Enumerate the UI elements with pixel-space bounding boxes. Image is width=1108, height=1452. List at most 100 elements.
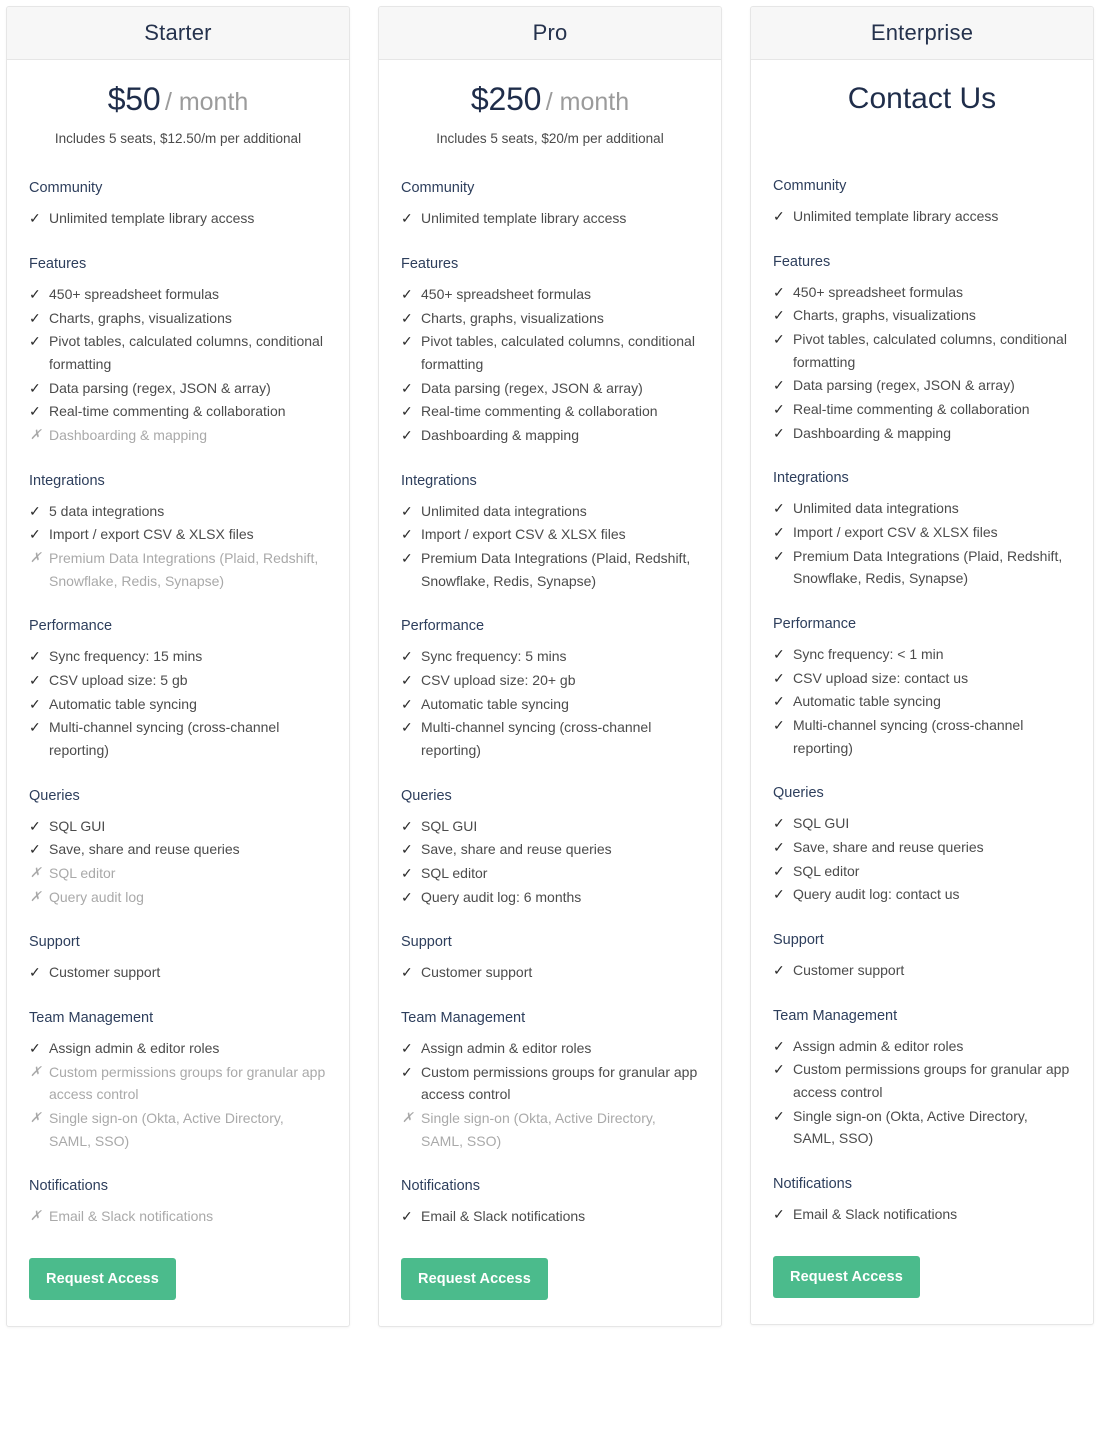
feature-item: ✗ Single sign-on (Okta, Active Directory,… bbox=[401, 1107, 699, 1152]
feature-item: ✓ Customer support bbox=[773, 959, 1071, 982]
feature-item-label: Multi-channel syncing (cross-channel rep… bbox=[793, 717, 1024, 756]
feature-item: ✓ CSV upload size: 20+ gb bbox=[401, 669, 699, 692]
check-icon: ✓ bbox=[773, 669, 785, 686]
check-icon: ✓ bbox=[401, 403, 413, 420]
feature-list: ✓ Sync frequency: 15 mins ✓ CSV upload size… bbox=[29, 645, 327, 761]
feature-section: Queries ✓ SQL GUI ✓ Save, share and reuse qu… bbox=[773, 785, 1071, 906]
plan-price-period: / month bbox=[164, 88, 249, 116]
feature-item: ✓ Save, share and reuse queries bbox=[29, 838, 327, 861]
feature-item: ✓ Save, share and reuse queries bbox=[401, 838, 699, 861]
plan-price-note: Includes 5 seats, $12.50/m per additiona… bbox=[54, 131, 302, 147]
feature-list: ✓ 450+ spreadsheet formulas ✓ Charts, graph… bbox=[29, 283, 327, 447]
feature-item: ✓ Premium Data Integrations (Plaid, Redsh… bbox=[773, 545, 1071, 590]
feature-section-title: Team Management bbox=[29, 1009, 154, 1026]
check-icon: ✓ bbox=[29, 1039, 41, 1056]
check-icon: ✓ bbox=[773, 862, 785, 879]
feature-item-label: Custom permissions groups for granular a… bbox=[49, 1063, 326, 1103]
feature-list: ✓ Customer support bbox=[29, 961, 327, 984]
check-icon: ✓ bbox=[773, 886, 785, 903]
feature-item-label: Pivot tables, calculated columns, condit… bbox=[421, 333, 695, 372]
check-icon: ✓ bbox=[773, 1206, 785, 1223]
feature-item-label: Multi-channel syncing (cross-channel rep… bbox=[421, 719, 652, 758]
feature-item: ✓ Sync frequency: 5 mins bbox=[401, 645, 699, 668]
feature-item-label: Import / export CSV & XLSX files bbox=[49, 526, 254, 543]
feature-item: ✗ Custom permissions groups for granular … bbox=[29, 1061, 327, 1106]
plan-card: Starter $50 / month Includes 5 seats, $12.… bbox=[6, 6, 350, 1327]
feature-section: Community ✓ Unlimited template library acc… bbox=[401, 180, 699, 230]
feature-section-title: Integrations bbox=[401, 472, 477, 489]
request-access-button[interactable]: Request Access bbox=[29, 1258, 176, 1300]
request-access-button[interactable]: Request Access bbox=[401, 1258, 548, 1300]
feature-item-label: SQL editor bbox=[421, 864, 488, 881]
feature-item-label: Unlimited template library access bbox=[421, 210, 627, 227]
feature-item: ✓ Charts, graphs, visualizations bbox=[773, 304, 1071, 327]
check-icon: ✓ bbox=[773, 1107, 785, 1124]
feature-item: ✓ Charts, graphs, visualizations bbox=[401, 307, 699, 330]
feature-item: ✓ Dashboarding & mapping bbox=[773, 422, 1071, 445]
feature-section: Integrations ✓ Unlimited data integrations… bbox=[401, 473, 699, 593]
feature-item-label: Unlimited data integrations bbox=[421, 502, 587, 519]
feature-section: Performance ✓ Sync frequency: 5 mins ✓ CSV u… bbox=[401, 618, 699, 761]
feature-section-title: Features bbox=[29, 255, 87, 272]
check-icon: ✓ bbox=[401, 426, 413, 443]
feature-section: Features ✓ 450+ spreadsheet formulas ✓ Chart… bbox=[773, 254, 1071, 445]
feature-item-label: Dashboarding & mapping bbox=[793, 424, 951, 441]
feature-item: ✓ Automatic table syncing bbox=[29, 693, 327, 716]
feature-section-title: Notifications bbox=[773, 1176, 852, 1193]
plan-price-line: $50 / month bbox=[29, 81, 327, 117]
feature-item-label: Email & Slack notifications bbox=[421, 1208, 586, 1225]
plan-header: Pro bbox=[379, 7, 721, 60]
feature-section-title: Performance bbox=[773, 616, 857, 633]
feature-item-label: Data parsing (regex, JSON & array) bbox=[49, 379, 271, 396]
feature-item-label: CSV upload size: contact us bbox=[793, 669, 969, 686]
feature-item-label: CSV upload size: 5 gb bbox=[49, 671, 188, 688]
feature-item: ✗ Email & Slack notifications bbox=[29, 1205, 327, 1228]
feature-item: ✓ Import / export CSV & XLSX files bbox=[29, 523, 327, 546]
feature-item-label: Unlimited data integrations bbox=[793, 500, 959, 517]
feature-item-label: Save, share and reuse queries bbox=[49, 841, 240, 858]
cross-icon: ✗ bbox=[30, 1208, 42, 1224]
cross-icon: ✗ bbox=[30, 888, 42, 904]
feature-list: ✓ Customer support bbox=[401, 961, 699, 984]
check-icon: ✓ bbox=[401, 285, 413, 302]
cta-container: Request Access bbox=[401, 1258, 699, 1300]
feature-list: ✓ SQL GUI ✓ Save, share and reuse queries ✓ S… bbox=[401, 815, 699, 909]
feature-item: ✓ Automatic table syncing bbox=[401, 693, 699, 716]
feature-list: ✓ Unlimited template library access bbox=[29, 207, 327, 230]
plan-card: Enterprise Contact Us Community ✓ Unlimited … bbox=[750, 6, 1094, 1325]
feature-item: ✓ Save, share and reuse queries bbox=[773, 836, 1071, 859]
check-icon: ✓ bbox=[773, 839, 785, 856]
check-icon: ✓ bbox=[29, 817, 41, 834]
feature-item-label: SQL GUI bbox=[421, 817, 478, 834]
feature-item-label: Assign admin & editor roles bbox=[421, 1039, 592, 1056]
feature-item: ✓ Premium Data Integrations (Plaid, Redsh… bbox=[401, 547, 699, 592]
cross-icon: ✗ bbox=[30, 426, 42, 442]
request-access-button[interactable]: Request Access bbox=[773, 1255, 920, 1298]
feature-section-title: Community bbox=[773, 178, 847, 194]
feature-section: Team Management ✓ Assign admin & editor ro… bbox=[773, 1008, 1071, 1150]
check-icon: ✓ bbox=[773, 331, 785, 348]
feature-item-label: Automatic table syncing bbox=[49, 695, 197, 712]
plan-price-line: $250 / month bbox=[401, 81, 699, 117]
feature-list: ✓ Unlimited data integrations ✓ Import / ex… bbox=[401, 500, 699, 593]
plan-price-block: Contact Us bbox=[773, 60, 1071, 152]
feature-list: ✓ 450+ spreadsheet formulas ✓ Charts, graph… bbox=[773, 281, 1071, 445]
feature-item-label: Custom permissions groups for granular a… bbox=[793, 1061, 1070, 1101]
feature-item-label: Multi-channel syncing (cross-channel rep… bbox=[49, 719, 280, 758]
feature-item: ✓ Customer support bbox=[29, 961, 327, 984]
feature-item: ✓ Pivot tables, calculated columns, condi… bbox=[29, 330, 327, 375]
feature-section-title: Community bbox=[401, 180, 475, 197]
feature-item: ✓ Unlimited data integrations bbox=[401, 500, 699, 523]
feature-item: ✓ Pivot tables, calculated columns, condi… bbox=[773, 328, 1071, 373]
feature-item-label: Email & Slack notifications bbox=[793, 1206, 958, 1223]
feature-item: ✓ Assign admin & editor roles bbox=[401, 1037, 699, 1060]
check-icon: ✓ bbox=[773, 547, 785, 564]
feature-item-label: SQL GUI bbox=[793, 815, 850, 832]
check-icon: ✓ bbox=[29, 379, 41, 396]
feature-item-label: Premium Data Integrations (Plaid, Redshi… bbox=[49, 549, 319, 589]
cross-icon: ✗ bbox=[402, 1109, 414, 1125]
check-icon: ✓ bbox=[401, 333, 413, 350]
feature-list: ✓ Assign admin & editor roles ✓ Custom perm… bbox=[401, 1037, 699, 1152]
feature-section: Team Management ✓ Assign admin & editor ro… bbox=[29, 1010, 327, 1152]
feature-item-label: SQL GUI bbox=[49, 817, 106, 834]
